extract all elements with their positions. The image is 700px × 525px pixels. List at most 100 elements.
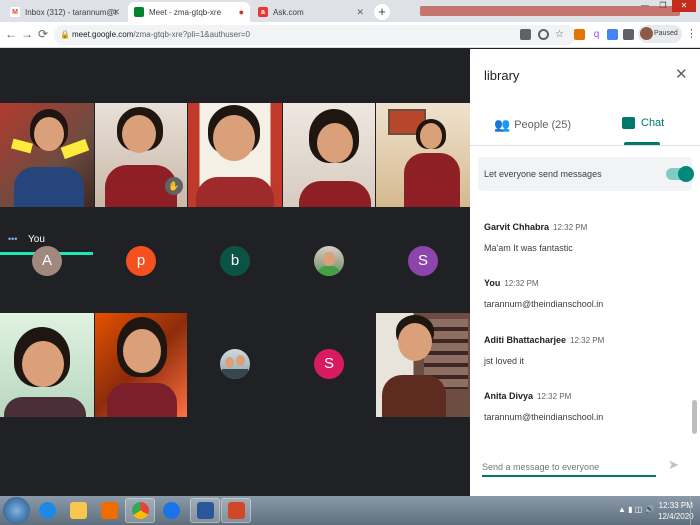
video-tile-participant[interactable] [376,103,470,207]
avatar-letter: S [417,252,428,269]
video-tile-participant[interactable] [376,313,470,417]
video-tile-self[interactable] [0,103,94,207]
taskbar-clock[interactable]: 12:33 PM 12/4/2020 [658,500,694,522]
system-tray-icons[interactable]: ▲ ▮ ◫ 🔊 [618,505,655,514]
internet-explorer-icon [38,502,56,519]
address-bar[interactable]: 🔒 meet.google.com/zma-gtqb-xre?pli=1&aut… [54,25,576,45]
chat-scrollbar[interactable] [692,400,697,434]
message-sender: Garvit Chhabra [484,222,550,232]
message-sender: Aditi Bhattacharjee [484,335,567,345]
extensions-puzzle-icon[interactable] [623,29,634,40]
clock-date: 12/4/2020 [658,512,694,521]
chat-message-input[interactable] [482,458,656,472]
bookmark-star-icon[interactable]: ☆ [555,29,566,40]
taskbar-chrome-profile[interactable] [156,498,186,523]
tab-ask[interactable]: a Ask.com ✕ [252,2,370,22]
video-tile-participant[interactable] [283,103,375,207]
video-tile-participant[interactable] [0,313,94,417]
chrome-icon [131,502,149,519]
close-window-icon[interactable]: ✕ [672,0,696,12]
reload-icon[interactable]: ⟳ [36,27,50,41]
windows-taskbar: ▲ ▮ ◫ 🔊 12:33 PM 12/4/2020 [0,496,700,525]
participant-photo-avatar[interactable] [314,246,344,276]
browser-toolbar: ← → ⟳ 🔒 meet.google.com/zma-gtqb-xre?pli… [0,22,700,48]
close-icon[interactable]: ✕ [112,7,120,18]
toggle-label: Let everyone send messages [484,169,602,179]
taskbar-chrome[interactable] [125,498,155,523]
people-icon: 👥 [494,117,511,132]
chat-panel: library ✕ 👥 People (25) Chat Let everyon… [470,49,700,496]
message-time: 12:32 PM [570,336,605,345]
extension-box-icon[interactable] [607,29,618,40]
message-text: tarannum@theindianschool.in [484,299,604,309]
zoom-icon[interactable] [538,29,549,40]
taskbar-ie[interactable] [32,498,62,523]
lock-icon: 🔒 [60,30,70,39]
tab-gmail-title: Inbox (312) - tarannum@theindi [25,7,117,17]
divider [470,145,700,146]
taskbar-word[interactable] [190,498,220,523]
participant-avatar[interactable]: A [32,246,62,276]
back-icon[interactable]: ← [4,27,18,41]
new-tab-button[interactable]: + [374,4,390,20]
video-tile-participant[interactable] [188,103,282,207]
avatar-letter: A [41,252,52,269]
participant-avatar[interactable]: p [126,246,156,276]
participant-avatar[interactable]: S [314,349,344,379]
forward-icon[interactable]: → [20,27,34,41]
media-player-icon [100,502,118,519]
start-button-icon[interactable] [3,497,30,524]
tab-people[interactable]: 👥 People (25) [494,117,571,133]
taskbar-powerpoint[interactable] [221,498,251,523]
recording-dot-icon: ● [238,7,244,17]
chat-message: Garvit Chhabra 12:32 PM Ma'am It was fant… [484,217,587,253]
word-icon [196,502,214,519]
profile-status: Paused [654,30,678,37]
extension-search-icon[interactable]: q [591,29,602,40]
participant-avatar[interactable]: S [408,246,438,276]
message-time: 12:32 PM [537,392,572,401]
pin-icon[interactable]: ✋ [165,177,183,195]
send-messages-toggle[interactable] [666,166,694,182]
close-icon[interactable]: ✕ [356,7,364,18]
meet-grid: ✋ ••• You A p b S S [0,49,470,496]
participant-photo-avatar[interactable] [220,349,250,379]
close-panel-icon[interactable]: ✕ [675,65,688,83]
maximize-icon[interactable]: ❐ [654,0,672,12]
profile-paused-button[interactable]: Paused [638,25,682,43]
tab-gmail[interactable]: M Inbox (312) - tarannum@theindi ✕ [4,2,126,22]
url-host: meet.google.com [72,30,134,39]
taskbar-media[interactable] [94,498,124,523]
folder-icon [69,502,87,519]
chat-message: You 12:32 PM tarannum@theindianschool.in [484,273,603,309]
message-sender: You [484,278,501,288]
avatar-letter: p [136,252,146,269]
tab-chat[interactable]: Chat [622,117,664,129]
show-desktop-button[interactable] [690,496,700,525]
clock-time: 12:33 PM [658,501,693,510]
avatar-letter: S [323,355,334,372]
send-messages-setting: Let everyone send messages [478,157,694,191]
taskbar-explorer[interactable] [63,498,93,523]
meet-icon [134,7,144,17]
url-path: /zma-gtqb-xre?pli=1&authuser=0 [133,30,250,39]
camera-icon[interactable] [520,29,531,40]
participant-avatar[interactable]: b [220,246,250,276]
chat-message: Aditi Bhattacharjee 12:32 PM jst loved it [484,330,604,366]
send-icon[interactable]: ➤ [668,457,679,473]
browser-tab-strip: M Inbox (312) - tarannum@theindi ✕ Meet … [0,0,700,22]
video-tile-participant[interactable] [95,313,187,417]
message-text: tarannum@theindianschool.in [484,412,604,422]
message-time: 12:32 PM [553,223,588,232]
avatar-letter: b [230,252,240,269]
message-time: 12:32 PM [504,279,539,288]
video-tile-participant[interactable]: ✋ [95,103,187,207]
tab-meet[interactable]: Meet - zma-gtqb-xre ● [128,2,250,22]
more-menu-icon[interactable]: ⋮ [686,27,697,40]
chrome-profile-icon [162,502,180,519]
panel-title: library [484,68,520,83]
minimize-icon[interactable]: — [636,0,654,12]
chat-input-wrapper [482,457,656,477]
audio-indicator-icon: ••• [8,234,18,244]
extension-download-icon[interactable] [574,29,585,40]
